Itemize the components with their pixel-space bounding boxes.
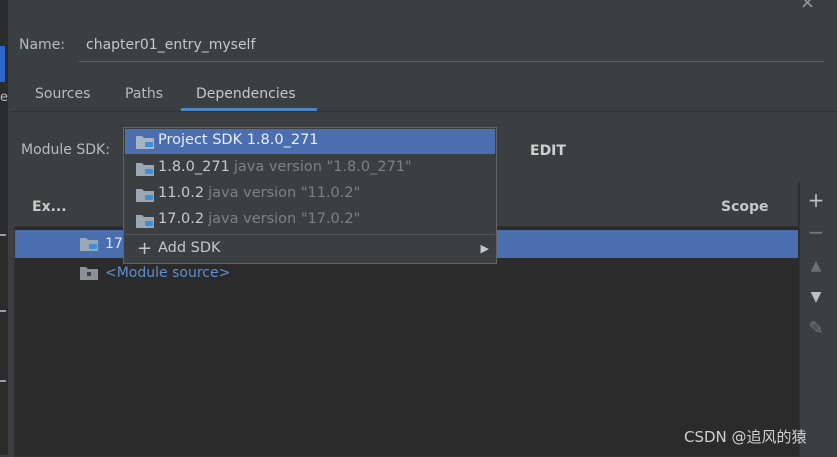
add-sdk-label: Add SDK [158, 240, 221, 256]
add-icon[interactable]: + [806, 190, 826, 210]
edit-pencil-icon[interactable]: ✎ [806, 319, 826, 339]
submenu-arrow-icon: ▶ [480, 242, 489, 255]
background-selection-marker [0, 46, 5, 82]
plus-icon: + [137, 238, 153, 259]
sdk-option-name: 17.0.2 [158, 211, 205, 227]
column-header-export[interactable]: Ex... [32, 199, 67, 215]
name-label: Name: [19, 37, 66, 53]
sdk-dropdown-popup: Project SDK 1.8.0_271 1.8.0_271 java vers… [123, 127, 497, 264]
column-header-scope[interactable]: Scope [721, 199, 769, 215]
folder-icon [80, 266, 98, 284]
background-text-fragment: e [0, 90, 8, 105]
sdk-option-11[interactable]: 11.0.2 java version "11.0.2" [125, 182, 495, 207]
tab-paths[interactable]: Paths [125, 86, 163, 102]
edit-sdk-button[interactable]: EDIT [530, 143, 566, 159]
sdk-folder-icon [136, 214, 154, 232]
add-sdk-menu-item[interactable]: + Add SDK ▶ [125, 237, 495, 262]
sdk-folder-icon [136, 135, 154, 153]
watermark: CSDN @追风的猿 [684, 428, 807, 446]
sdk-option-17[interactable]: 17.0.2 java version "17.0.2" [125, 208, 495, 233]
move-down-icon[interactable]: ▼ [806, 287, 826, 307]
close-icon[interactable]: × [800, 0, 815, 13]
folder-icon [80, 237, 98, 255]
sdk-option-version: java version "11.0.2" [208, 185, 361, 201]
table-row-label[interactable]: <Module source> [105, 265, 230, 281]
move-up-icon[interactable]: ▲ [806, 256, 826, 276]
sdk-option-version: java version "17.0.2" [208, 211, 361, 227]
table-row-label: 17 [105, 236, 123, 252]
sdk-option-project[interactable]: Project SDK 1.8.0_271 [125, 129, 495, 154]
sdk-folder-icon [136, 162, 154, 180]
tabs-divider [10, 111, 837, 112]
sdk-option-name: 11.0.2 [158, 185, 205, 201]
remove-icon[interactable]: − [806, 222, 826, 242]
sdk-folder-icon [136, 188, 154, 206]
sdk-option-name: Project SDK 1.8.0_271 [158, 132, 319, 148]
tab-sources[interactable]: Sources [35, 86, 90, 102]
module-sdk-label: Module SDK: [21, 142, 110, 158]
dropdown-separator [125, 234, 495, 235]
sdk-option-1-8[interactable]: 1.8.0_271 java version "1.8.0_271" [125, 156, 495, 181]
name-field-underline [79, 61, 824, 62]
tab-dependencies[interactable]: Dependencies [196, 86, 296, 102]
sdk-option-version: java version "1.8.0_271" [233, 159, 412, 175]
sdk-option-name: 1.8.0_271 [158, 159, 230, 175]
name-field[interactable]: chapter01_entry_myself [86, 37, 255, 53]
